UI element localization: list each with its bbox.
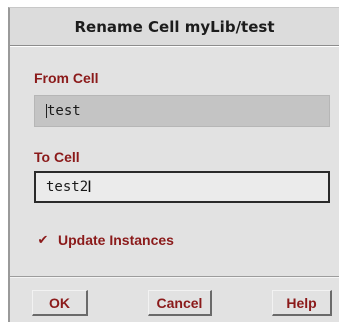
check-icon: ✔ bbox=[37, 232, 49, 247]
update-instances-label: Update Instances bbox=[58, 232, 174, 248]
cancel-button[interactable]: Cancel bbox=[148, 290, 212, 316]
help-button[interactable]: Help bbox=[272, 290, 332, 316]
rename-cell-dialog: Rename Cell myLib/test From Cell test To… bbox=[8, 7, 339, 322]
button-separator-highlight bbox=[10, 277, 339, 278]
update-instances-checkbox[interactable]: ✔ bbox=[36, 232, 50, 247]
to-cell-label: To Cell bbox=[34, 149, 80, 165]
to-cell-input[interactable]: test2 I bbox=[34, 171, 330, 203]
from-cell-value: test bbox=[47, 103, 81, 119]
from-cell-label: From Cell bbox=[34, 70, 99, 86]
ok-button[interactable]: OK bbox=[32, 290, 88, 316]
to-cell-value: test2 bbox=[46, 179, 89, 195]
title-divider bbox=[10, 46, 339, 47]
from-cell-field: test bbox=[34, 95, 330, 127]
dialog-title: Rename Cell myLib/test bbox=[10, 8, 339, 46]
update-instances-row[interactable]: ✔ Update Instances bbox=[36, 232, 174, 248]
ibeam-cursor-icon: I bbox=[87, 177, 92, 196]
